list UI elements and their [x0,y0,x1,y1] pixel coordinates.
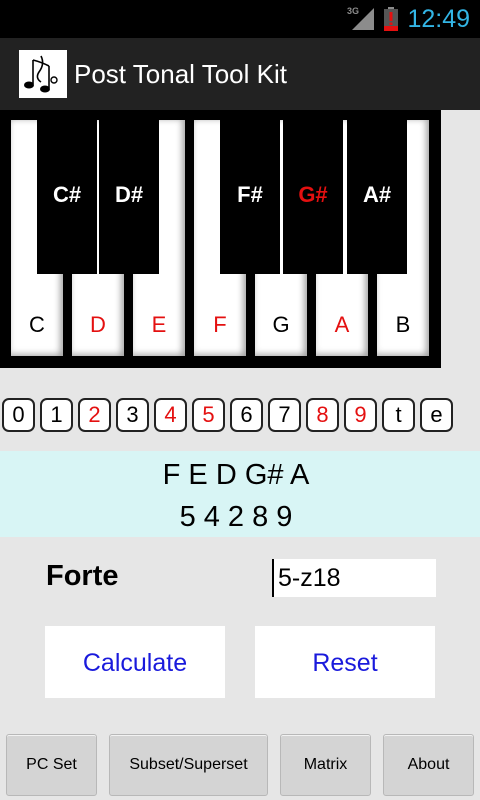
pitch-class-button[interactable]: 0 [2,398,35,432]
nav-pc-set-button[interactable]: PC Set [6,734,97,796]
black-key-label: G# [298,182,328,207]
nav-matrix-button[interactable]: Matrix [280,734,371,796]
pitch-class-button[interactable]: 7 [268,398,301,432]
app-icon [19,50,67,98]
pitch-class-button[interactable]: e [420,398,453,432]
clock: 12:49 [407,5,470,33]
black-key-label: A# [362,182,392,207]
forte-field[interactable] [272,559,436,597]
battery-alert-icon [384,7,398,31]
pitch-class-button[interactable]: 5 [192,398,225,432]
pitch-class-button[interactable]: 1 [40,398,73,432]
black-key[interactable]: G# [283,120,343,274]
white-key-label: G [272,312,290,337]
black-key-label: D# [114,182,144,207]
pc-set-numbers: 5 4 2 8 9 [179,501,293,533]
black-key[interactable]: F# [220,120,280,274]
reset-button[interactable]: Reset [255,626,435,698]
white-key-label: E [151,312,167,337]
pc-set-notes: F E D G# A [162,459,310,491]
pitch-class-button[interactable]: 3 [116,398,149,432]
black-key[interactable]: D# [99,120,159,274]
pitch-class-button[interactable]: 9 [344,398,377,432]
white-key-label: A [334,312,350,337]
pitch-class-button[interactable]: 4 [154,398,187,432]
white-key-label: D [90,312,106,337]
black-key-label: C# [52,182,82,207]
signal-icon [352,8,374,30]
status-bar: 3G 12:49 [0,0,480,38]
white-key-label: B [395,312,411,337]
nav-about-button[interactable]: About [383,734,474,796]
app-title: Post Tonal Tool Kit [74,59,287,89]
white-key-label: C [29,312,45,337]
calculate-button[interactable]: Calculate [45,626,225,698]
nav-subset-superset-button[interactable]: Subset/Superset [109,734,268,796]
black-key[interactable]: C# [37,120,97,274]
black-key[interactable]: A# [347,120,407,274]
pitch-class-button[interactable]: t [382,398,415,432]
pitch-class-button[interactable]: 8 [306,398,339,432]
black-key-label: F# [237,182,263,207]
forte-label: Forte [46,560,119,592]
pitch-class-button[interactable]: 6 [230,398,263,432]
white-key-label: F [213,312,227,337]
pitch-class-row: 0123456789te [0,398,480,434]
pitch-class-button[interactable]: 2 [78,398,111,432]
